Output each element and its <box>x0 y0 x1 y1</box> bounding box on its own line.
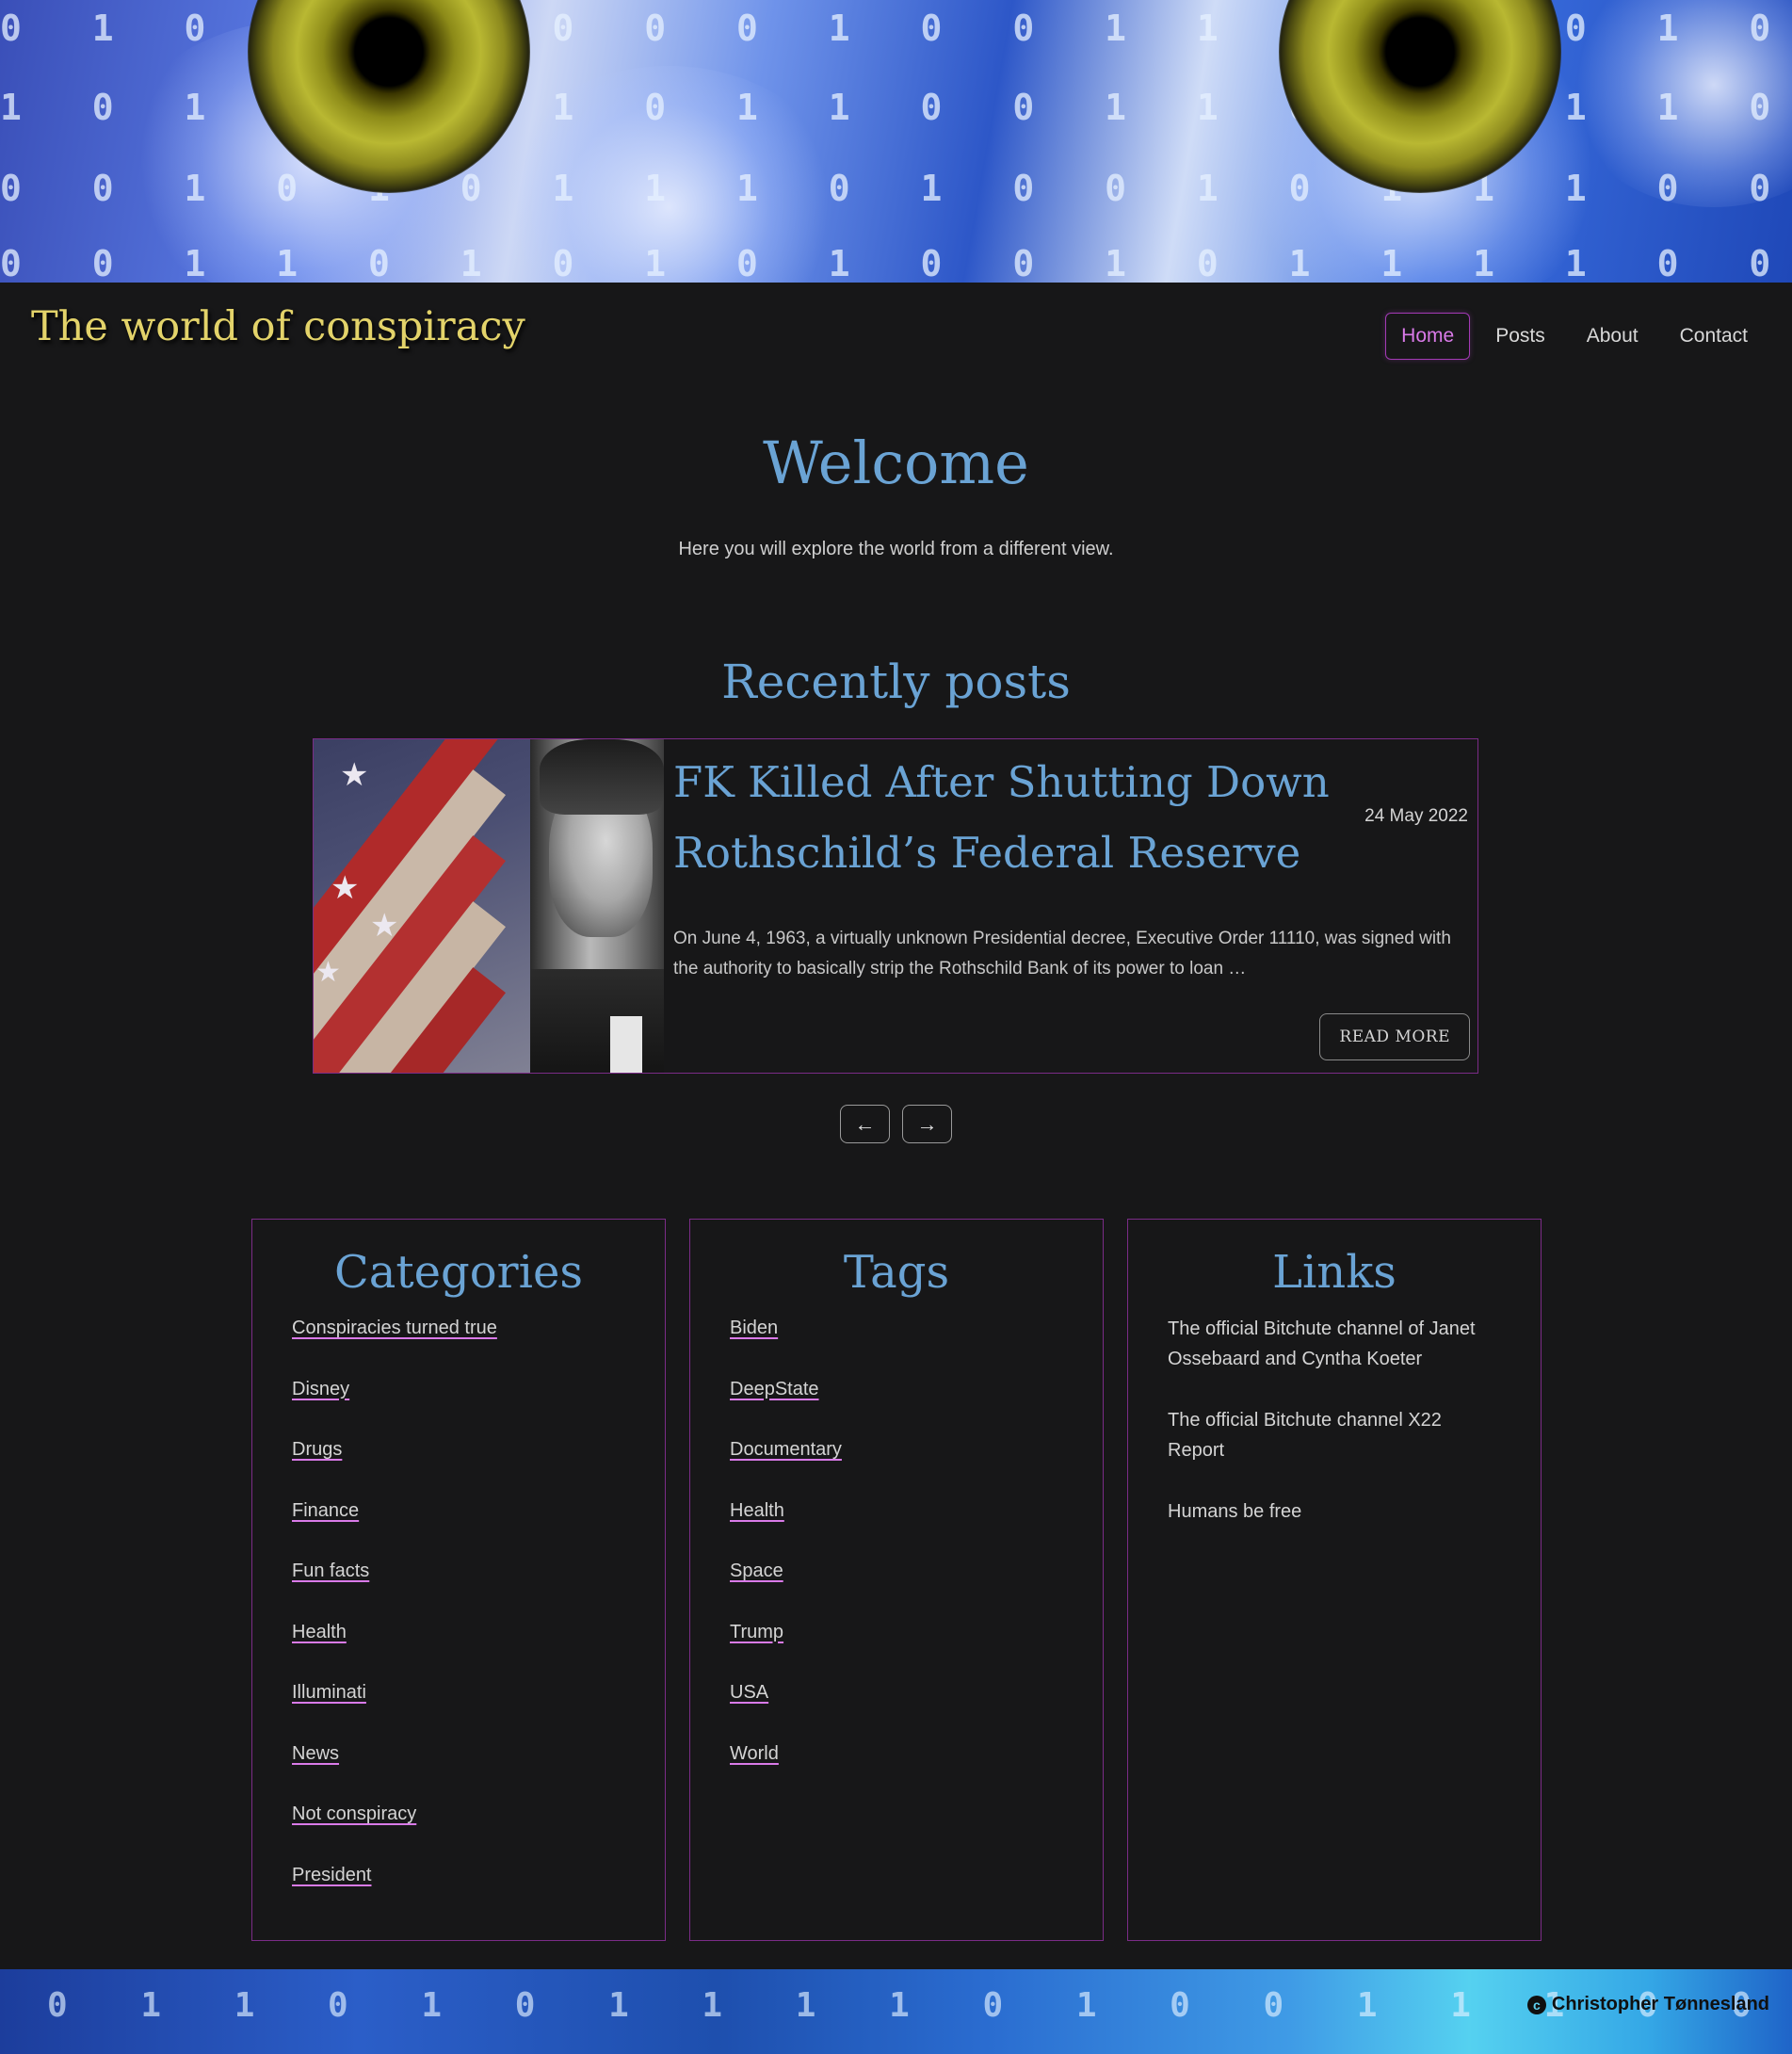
list-item: Drugs <box>292 1435 625 1464</box>
welcome-subtitle: Here you will explore the world from a d… <box>678 539 1114 559</box>
list-item: World <box>730 1739 1063 1768</box>
copyright: c Christopher Tønnesland <box>1526 1994 1769 2015</box>
category-link[interactable]: Drugs <box>292 1439 342 1460</box>
nav-about[interactable]: About <box>1571 313 1655 360</box>
welcome-heading: Welcome <box>763 429 1029 497</box>
list-item: The official Bitchute channel X22 Report <box>1168 1405 1501 1465</box>
nav-contact[interactable]: Contact <box>1664 313 1764 360</box>
list-item: DeepState <box>730 1375 1063 1403</box>
external-link[interactable]: The official Bitchute channel X22 Report <box>1168 1410 1442 1461</box>
list-item: Space <box>730 1557 1063 1585</box>
list-item: Documentary <box>730 1435 1063 1464</box>
recent-posts-heading: Recently posts <box>721 655 1071 709</box>
portrait-image <box>530 739 664 1073</box>
list-item: Health <box>730 1496 1063 1525</box>
links-panel: Links The official Bitchute channel of J… <box>1127 1219 1542 1941</box>
category-link[interactable]: President <box>292 1865 372 1885</box>
post-date: 24 May 2022 <box>1364 806 1468 826</box>
post-thumbnail[interactable]: ★ ★ ★ ★ <box>314 739 664 1073</box>
tag-link[interactable]: Documentary <box>730 1439 842 1460</box>
list-item: USA <box>730 1678 1063 1706</box>
list-item: President <box>292 1861 625 1889</box>
copyright-icon: c <box>1526 1995 1546 2014</box>
tag-link[interactable]: DeepState <box>730 1379 819 1399</box>
post-card: ★ ★ ★ ★ FK Killed After Shutting Down Ro… <box>313 738 1478 1074</box>
list-item: The official Bitchute channel of Janet O… <box>1168 1314 1501 1374</box>
list-item: Biden <box>730 1314 1063 1342</box>
category-link[interactable]: Illuminati <box>292 1682 366 1703</box>
arrow-left-icon: ← <box>854 1112 876 1136</box>
list-item: Humans be free <box>1168 1496 1501 1527</box>
category-link[interactable]: Health <box>292 1622 347 1642</box>
post-title[interactable]: FK Killed After Shutting Down Rothschild… <box>673 747 1351 888</box>
copyright-text: Christopher Tønnesland <box>1551 1994 1769 2014</box>
carousel-next-button[interactable]: → <box>902 1105 952 1143</box>
category-link[interactable]: Conspiracies turned true <box>292 1318 497 1338</box>
arrow-right-icon: → <box>916 1112 938 1136</box>
site-title[interactable]: The world of conspiracy <box>31 303 525 350</box>
list-item: Fun facts <box>292 1557 625 1585</box>
category-link[interactable]: Disney <box>292 1379 349 1399</box>
footer: 0 1 1 0 1 0 1 1 1 1 0 1 0 0 1 1 1 0 0 0 … <box>0 1969 1792 2054</box>
post-excerpt: On June 4, 1963, a virtually unknown Pre… <box>673 929 1451 978</box>
category-link[interactable]: News <box>292 1743 339 1764</box>
category-link[interactable]: Not conspiracy <box>292 1803 416 1824</box>
list-item: Finance <box>292 1496 625 1525</box>
tags-list: Biden DeepState Documentary Health Space… <box>730 1314 1063 1768</box>
categories-list: Conspiracies turned true Disney Drugs Fi… <box>292 1314 625 1889</box>
links-heading: Links <box>1272 1246 1396 1299</box>
tags-panel: Tags Biden DeepState Documentary Health … <box>689 1219 1104 1941</box>
list-item: Not conspiracy <box>292 1800 625 1828</box>
external-link[interactable]: The official Bitchute channel of Janet O… <box>1168 1318 1476 1369</box>
category-link[interactable]: Finance <box>292 1500 359 1521</box>
nav-posts[interactable]: Posts <box>1479 313 1561 360</box>
main-nav: Home Posts About Contact <box>1385 313 1764 360</box>
tag-link[interactable]: Health <box>730 1500 784 1521</box>
external-link[interactable]: Humans be free <box>1168 1501 1301 1522</box>
tag-link[interactable]: Biden <box>730 1318 778 1338</box>
list-item: Trump <box>730 1618 1063 1646</box>
tag-link[interactable]: Space <box>730 1561 783 1581</box>
list-item: Health <box>292 1618 625 1646</box>
tag-link[interactable]: USA <box>730 1682 768 1703</box>
list-item: News <box>292 1739 625 1768</box>
hero-banner: 0 1 0 0 1 0 0 0 0 1 0 0 1 1 0 1 1 0 1 0 … <box>0 0 1792 283</box>
category-link[interactable]: Fun facts <box>292 1561 369 1581</box>
categories-heading: Categories <box>334 1246 583 1299</box>
read-more-button[interactable]: READ MORE <box>1319 1013 1470 1060</box>
list-item: Disney <box>292 1375 625 1403</box>
list-item: Conspiracies turned true <box>292 1314 625 1342</box>
categories-panel: Categories Conspiracies turned true Disn… <box>251 1219 666 1941</box>
list-item: Illuminati <box>292 1678 625 1706</box>
tag-link[interactable]: Trump <box>730 1622 783 1642</box>
tags-heading: Tags <box>843 1246 950 1299</box>
nav-home[interactable]: Home <box>1385 313 1471 360</box>
carousel-prev-button[interactable]: ← <box>840 1105 890 1143</box>
tag-link[interactable]: World <box>730 1743 779 1764</box>
links-list: The official Bitchute channel of Janet O… <box>1168 1314 1501 1527</box>
